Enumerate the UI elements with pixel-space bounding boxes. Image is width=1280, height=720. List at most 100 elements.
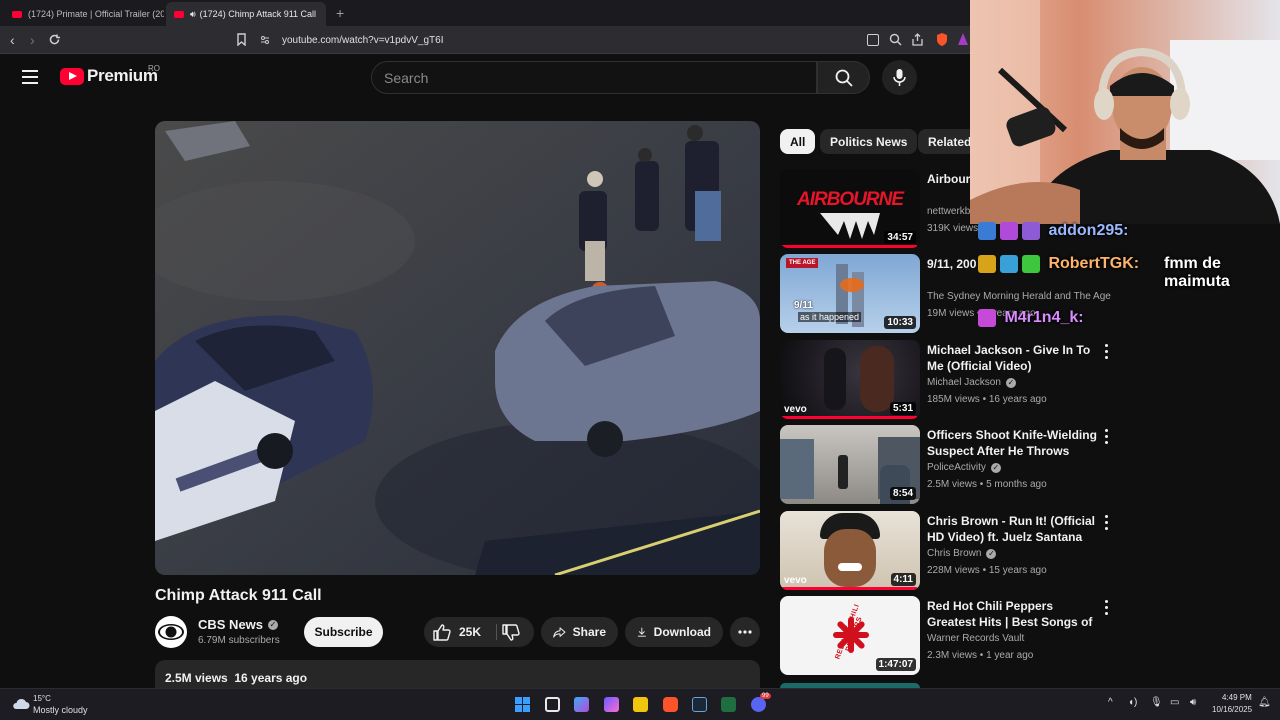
recommendation-meta: 228M views • 15 years ago bbox=[927, 565, 1047, 576]
video-thumbnail[interactable]: THE AGE 9/11 as it happened 10:33 bbox=[780, 254, 920, 333]
chip-politics-news[interactable]: Politics News bbox=[820, 129, 918, 154]
recommendation-channel[interactable]: Michael Jackson ✓ bbox=[927, 377, 1016, 388]
chat-message: RobertTGK: bbox=[978, 255, 1139, 273]
performer-shape bbox=[860, 346, 894, 412]
guide-menu-icon[interactable] bbox=[22, 70, 38, 84]
more-options-icon[interactable] bbox=[1105, 429, 1109, 447]
recommendation-title[interactable]: Red Hot Chili Peppers Greatest Hits | Be… bbox=[927, 598, 1099, 630]
vip-badge-icon bbox=[978, 255, 996, 273]
forward-icon[interactable]: › bbox=[30, 32, 35, 48]
more-options-icon[interactable] bbox=[1105, 344, 1109, 362]
steam-icon[interactable] bbox=[692, 697, 707, 712]
youtube-premium-logo[interactable]: Premium RO bbox=[60, 64, 160, 86]
download-icon bbox=[637, 627, 646, 637]
recommendation-channel[interactable]: nettwerkb bbox=[927, 206, 970, 217]
share-arrow-icon bbox=[553, 626, 566, 638]
task-view-icon[interactable] bbox=[545, 697, 560, 712]
face-shape bbox=[824, 529, 876, 587]
clock-date[interactable]: 10/16/2025 bbox=[1212, 705, 1252, 714]
show-hidden-icons[interactable]: ^ bbox=[1108, 697, 1113, 708]
performer-shape bbox=[824, 348, 846, 410]
chip-all[interactable]: All bbox=[780, 129, 816, 154]
notification-bell-icon[interactable]: 🔔︎ bbox=[1258, 697, 1271, 708]
address-bar[interactable]: youtube.com/watch?v=v1pdvV_gT6I bbox=[260, 29, 860, 51]
voice-search-button[interactable] bbox=[882, 60, 917, 95]
video-thumbnail[interactable]: vevo 4:11 bbox=[780, 511, 920, 590]
dislike-button[interactable] bbox=[500, 617, 534, 647]
video-thumbnail[interactable]: vevo 5:31 bbox=[780, 340, 920, 419]
recommendation-item[interactable]: vevo 5:31 Michael Jackson - Give In To M… bbox=[780, 340, 1125, 420]
youtube-favicon-icon bbox=[12, 10, 22, 18]
video-player[interactable] bbox=[155, 121, 760, 575]
duration-badge: 4:11 bbox=[890, 573, 916, 586]
cloud-weather-icon[interactable] bbox=[12, 696, 30, 710]
recommendation-title[interactable]: Officers Shoot Knife-Wielding Suspect Af… bbox=[927, 427, 1099, 459]
download-button[interactable]: Download bbox=[625, 617, 723, 647]
recommendation-channel[interactable]: PoliceActivity ✓ bbox=[927, 462, 1001, 473]
recommendation-title[interactable]: Chris Brown - Run It! (Official HD Video… bbox=[927, 513, 1099, 545]
webcam-feed bbox=[970, 0, 1280, 224]
duration-badge: 5:31 bbox=[889, 402, 916, 415]
search-button[interactable] bbox=[817, 61, 870, 94]
chat-username: addon295: bbox=[1048, 222, 1129, 240]
video-thumbnail[interactable]: 8:54 bbox=[780, 425, 920, 504]
file-explorer-icon[interactable] bbox=[633, 697, 648, 712]
channel-avatar[interactable] bbox=[155, 616, 187, 648]
view-stats: 2.5M views 16 years ago bbox=[165, 671, 307, 685]
bookmark-icon[interactable] bbox=[237, 33, 246, 46]
share-button[interactable]: Share bbox=[541, 617, 618, 647]
sub-badge-icon bbox=[978, 309, 996, 327]
chat-username: RobertTGK: bbox=[1048, 255, 1140, 273]
shelf-shape bbox=[780, 439, 814, 499]
video-thumbnail[interactable]: AIRBOURNE 34:57 bbox=[780, 169, 920, 248]
like-button[interactable]: 25K bbox=[424, 617, 496, 647]
more-actions-button[interactable] bbox=[730, 617, 760, 647]
smile-shape bbox=[838, 563, 862, 571]
copilot-app-icon[interactable] bbox=[604, 697, 619, 712]
subscribe-button[interactable]: Subscribe bbox=[304, 617, 383, 647]
channel-name[interactable]: CBS News ✓ bbox=[198, 617, 279, 632]
duration-badge: 8:54 bbox=[889, 487, 916, 500]
windows-start-icon[interactable] bbox=[515, 697, 530, 712]
more-options-icon[interactable] bbox=[1105, 515, 1109, 533]
excel-icon[interactable] bbox=[721, 697, 736, 712]
tab-title: (1724) Primate | Official Trailer (2026 bbox=[28, 9, 164, 19]
site-info-icon[interactable] bbox=[260, 35, 270, 45]
audio-device-icon[interactable]: ◖) bbox=[1128, 697, 1137, 708]
cast-icon[interactable] bbox=[867, 34, 879, 46]
watch-progress-bar bbox=[780, 587, 918, 590]
recommendation-channel[interactable]: Chris Brown ✓ bbox=[927, 548, 997, 559]
more-options-icon[interactable] bbox=[1105, 600, 1109, 618]
brave-rewards-icon[interactable] bbox=[957, 32, 969, 46]
region-code: RO bbox=[148, 64, 160, 73]
reload-icon[interactable] bbox=[48, 33, 61, 46]
search-placeholder: Search bbox=[384, 69, 429, 86]
recommendation-channel[interactable]: The Sydney Morning Herald and The Age bbox=[927, 291, 1111, 302]
recommendation-item[interactable]: 8:54 Officers Shoot Knife-Wielding Suspe… bbox=[780, 425, 1125, 505]
search-input[interactable]: Search bbox=[371, 61, 817, 94]
recommendation-channel[interactable]: Warner Records Vault bbox=[927, 633, 1024, 644]
back-icon[interactable]: ‹ bbox=[10, 32, 15, 48]
recommendation-item[interactable]: RED HOT CHILI PEPPERS 1:47:07 Red Hot Ch… bbox=[780, 596, 1125, 676]
microphone-tray-icon[interactable]: 🎙︎ bbox=[1150, 697, 1163, 708]
duration-badge: 10:33 bbox=[884, 316, 916, 329]
brave-browser-icon[interactable] bbox=[663, 697, 678, 712]
subscriber-count: 6.79M subscribers bbox=[198, 635, 280, 646]
brave-shield-icon[interactable] bbox=[935, 32, 949, 47]
browser-tab-chimp[interactable]: 🔊︎ (1724) Chimp Attack 911 Call × bbox=[166, 2, 326, 26]
discord-icon[interactable] bbox=[751, 697, 766, 712]
share-page-icon[interactable] bbox=[911, 33, 924, 46]
new-tab-button[interactable]: + bbox=[336, 5, 344, 21]
verified-check-icon: ✓ bbox=[990, 463, 1001, 473]
view-count: 2.5M views bbox=[165, 671, 228, 685]
browser-tab-primate[interactable]: (1724) Primate | Official Trailer (2026 bbox=[4, 2, 164, 26]
clock-time[interactable]: 4:49 PM bbox=[1222, 693, 1252, 702]
volume-icon[interactable]: 🔊︎ bbox=[1190, 697, 1196, 708]
network-icon[interactable]: ▭ bbox=[1170, 697, 1179, 708]
video-thumbnail[interactable]: RED HOT CHILI PEPPERS 1:47:07 bbox=[780, 596, 920, 675]
recommendation-item[interactable]: vevo 4:11 Chris Brown - Run It! (Officia… bbox=[780, 511, 1125, 591]
copilot-icon[interactable] bbox=[574, 697, 589, 712]
recommendation-title[interactable]: Michael Jackson - Give In To Me (Officia… bbox=[927, 342, 1099, 374]
zoom-icon[interactable] bbox=[889, 33, 902, 46]
thumbs-up-icon bbox=[433, 623, 451, 641]
